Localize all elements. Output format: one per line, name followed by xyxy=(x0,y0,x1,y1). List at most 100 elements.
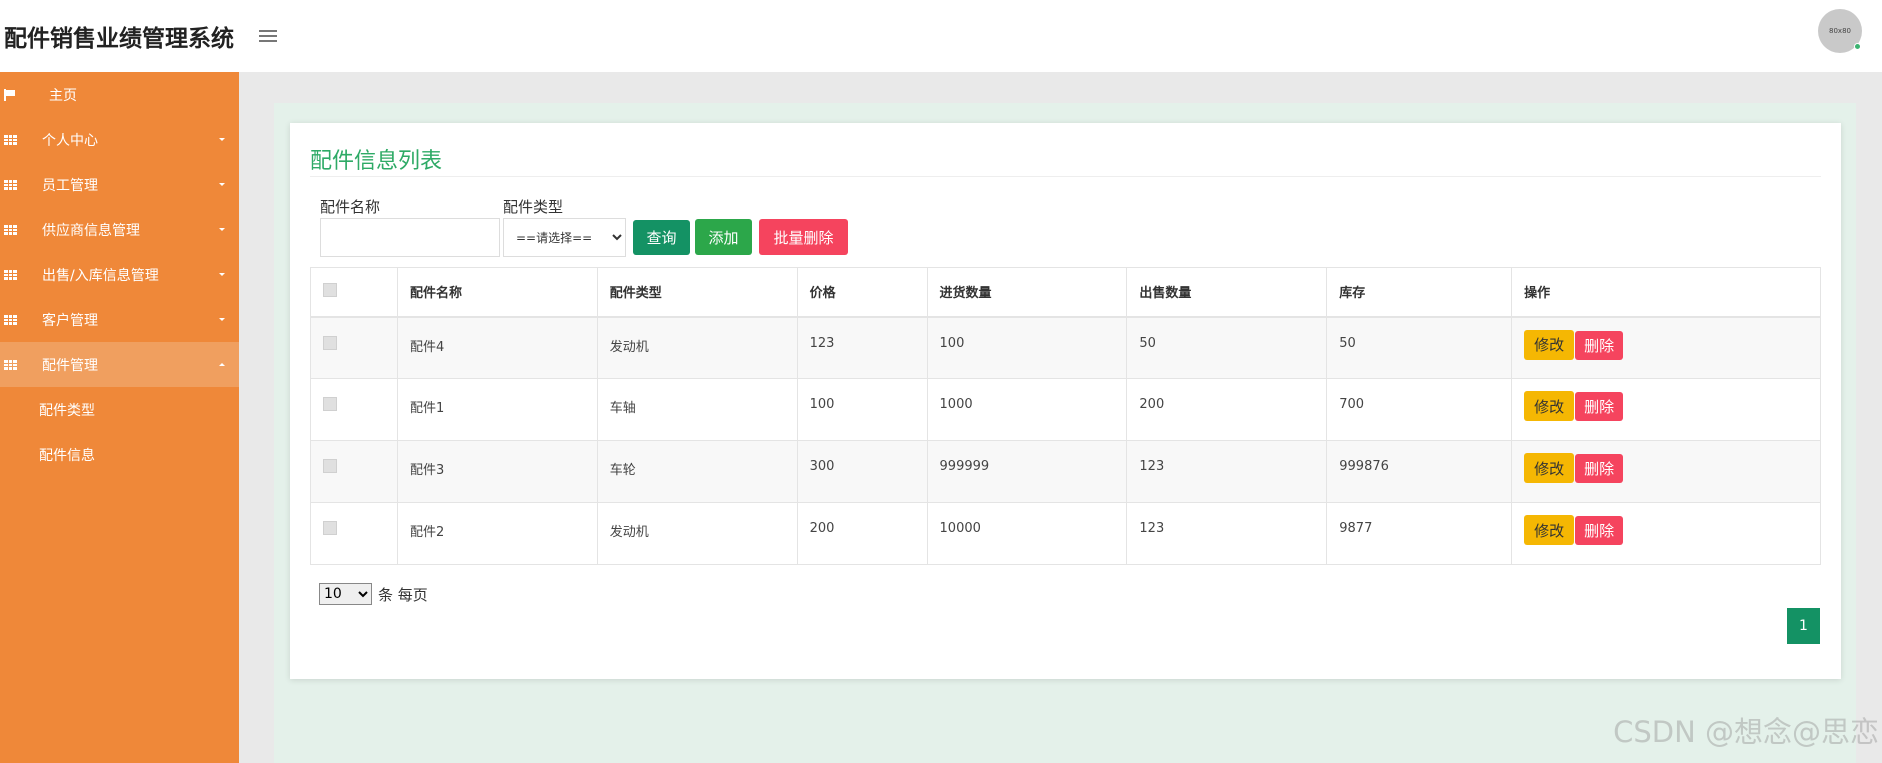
edit-button[interactable]: 修改 xyxy=(1524,453,1575,483)
cell-part-type: 车轮 xyxy=(596,440,798,503)
row-checkbox[interactable] xyxy=(323,521,337,535)
table-row: 配件4 发动机 123 100 50 50 修改 删除 xyxy=(310,316,1821,379)
cell-purchase-qty: 10000 xyxy=(926,502,1128,565)
table-row: 配件1 车轴 100 1000 200 700 修改 删除 xyxy=(310,378,1821,441)
watermark: CSDN @想念@思恋 xyxy=(1613,715,1879,749)
column-header-price: 价格 xyxy=(796,267,928,318)
part-type-select[interactable]: ==请选择== xyxy=(503,218,626,257)
cell-part-type: 车轴 xyxy=(596,378,798,441)
edit-button[interactable]: 修改 xyxy=(1524,515,1575,545)
delete-button[interactable]: 删除 xyxy=(1575,392,1624,421)
sidebar: 主页 个人中心 员工管理 供应商信息管理 出售/入库信息管理 客户管理 配件管理… xyxy=(0,72,239,763)
cell-price: 300 xyxy=(796,440,928,503)
part-name-input[interactable] xyxy=(320,218,500,257)
chevron-down-icon xyxy=(219,183,225,186)
delete-button[interactable]: 删除 xyxy=(1575,454,1624,483)
cell-sold-qty: 123 xyxy=(1126,440,1328,503)
column-header-stock: 库存 xyxy=(1326,267,1513,318)
sidebar-item-label: 出售/入库信息管理 xyxy=(42,267,159,284)
row-checkbox[interactable] xyxy=(323,335,337,350)
cell-price: 200 xyxy=(796,502,928,565)
sidebar-item-label: 配件管理 xyxy=(42,357,98,374)
grid-icon xyxy=(4,134,17,145)
cell-purchase-qty: 1000 xyxy=(926,378,1128,441)
chevron-down-icon xyxy=(219,228,225,231)
grid-icon xyxy=(4,179,17,190)
delete-button[interactable]: 删除 xyxy=(1575,330,1624,360)
page-title: 配件信息列表 xyxy=(310,149,443,174)
parts-list-card: 配件信息列表 配件名称 配件类型 ==请选择== 查询 添加 批量删除 配件名称… xyxy=(290,123,1841,679)
cell-actions: 修改 删除 xyxy=(1511,378,1821,441)
add-button[interactable]: 添加 xyxy=(695,219,752,255)
flag-icon xyxy=(4,88,16,101)
sidebar-subitem-part-info[interactable]: 配件信息 xyxy=(0,432,239,477)
cell-purchase-qty: 999999 xyxy=(926,440,1128,503)
sidebar-item-home[interactable]: 主页 xyxy=(0,72,239,117)
select-all-cell xyxy=(310,267,398,318)
query-button[interactable]: 查询 xyxy=(633,220,690,255)
cell-part-name: 配件1 xyxy=(396,378,598,441)
app-title: 配件销售业绩管理系统 xyxy=(4,26,234,52)
sidebar-item-parts-management[interactable]: 配件管理 xyxy=(0,342,239,387)
grid-icon xyxy=(4,359,17,370)
chevron-down-icon xyxy=(219,138,225,141)
cell-sold-qty: 50 xyxy=(1126,316,1328,379)
grid-icon xyxy=(4,314,17,325)
part-type-label: 配件类型 xyxy=(503,198,564,216)
cell-part-type: 发动机 xyxy=(596,502,798,565)
cell-price: 123 xyxy=(796,316,928,379)
sidebar-item-personal-center[interactable]: 个人中心 xyxy=(0,117,239,162)
cell-actions: 修改 删除 xyxy=(1511,316,1821,379)
parts-table: 配件名称 配件类型 价格 进货数量 出售数量 库存 操作 配件4 发动机 123… xyxy=(310,267,1821,565)
title-divider xyxy=(310,176,1821,177)
hamburger-icon[interactable] xyxy=(248,16,288,56)
row-checkbox[interactable] xyxy=(323,397,337,411)
row-checkbox[interactable] xyxy=(323,459,337,473)
sidebar-item-customer-management[interactable]: 客户管理 xyxy=(0,297,239,342)
avatar[interactable]: 80x80 xyxy=(1818,9,1862,53)
part-name-label: 配件名称 xyxy=(320,198,381,216)
avatar-placeholder-text: 80x80 xyxy=(1829,27,1851,35)
cell-purchase-qty: 100 xyxy=(926,316,1128,379)
sidebar-item-label: 客户管理 xyxy=(42,312,98,329)
row-select-cell xyxy=(310,502,398,565)
column-header-part-name: 配件名称 xyxy=(396,267,598,318)
edit-button[interactable]: 修改 xyxy=(1524,391,1575,421)
cell-stock: 50 xyxy=(1326,316,1513,379)
cell-part-name: 配件3 xyxy=(396,440,598,503)
cell-stock: 700 xyxy=(1326,378,1513,441)
table-row: 配件2 发动机 200 10000 123 9877 修改 删除 xyxy=(310,502,1821,565)
sidebar-item-label: 主页 xyxy=(49,87,77,104)
sidebar-item-supplier-management[interactable]: 供应商信息管理 xyxy=(0,207,239,252)
cell-sold-qty: 123 xyxy=(1126,502,1328,565)
row-select-cell xyxy=(310,378,398,441)
column-header-sold-qty: 出售数量 xyxy=(1126,267,1328,318)
page-size-select[interactable]: 10 xyxy=(319,583,372,605)
online-status-dot xyxy=(1854,43,1861,50)
cell-part-type: 发动机 xyxy=(596,316,798,379)
cell-sold-qty: 200 xyxy=(1126,378,1328,441)
sidebar-item-employee-management[interactable]: 员工管理 xyxy=(0,162,239,207)
table-row: 配件3 车轮 300 999999 123 999876 修改 删除 xyxy=(310,440,1821,503)
cell-price: 100 xyxy=(796,378,928,441)
cell-actions: 修改 删除 xyxy=(1511,440,1821,503)
row-select-cell xyxy=(310,440,398,503)
sidebar-item-label: 个人中心 xyxy=(42,132,98,149)
cell-part-name: 配件2 xyxy=(396,502,598,565)
sidebar-subitem-part-type[interactable]: 配件类型 xyxy=(0,387,239,432)
sidebar-item-stock-in-out-management[interactable]: 出售/入库信息管理 xyxy=(0,252,239,297)
top-header: 配件销售业绩管理系统 80x80 xyxy=(0,0,1882,72)
delete-button[interactable]: 删除 xyxy=(1575,516,1624,545)
cell-part-name: 配件4 xyxy=(396,316,598,379)
chevron-down-icon xyxy=(219,318,225,321)
chevron-down-icon xyxy=(219,273,225,276)
chevron-up-icon xyxy=(219,363,225,366)
per-page-label: 条 每页 xyxy=(378,586,428,604)
batch-delete-button[interactable]: 批量删除 xyxy=(759,219,848,255)
row-select-cell xyxy=(310,316,398,379)
sidebar-item-label: 供应商信息管理 xyxy=(42,222,140,239)
select-all-checkbox[interactable] xyxy=(323,282,337,297)
cell-actions: 修改 删除 xyxy=(1511,502,1821,565)
pagination-page-1[interactable]: 1 xyxy=(1787,608,1820,644)
edit-button[interactable]: 修改 xyxy=(1524,329,1575,360)
